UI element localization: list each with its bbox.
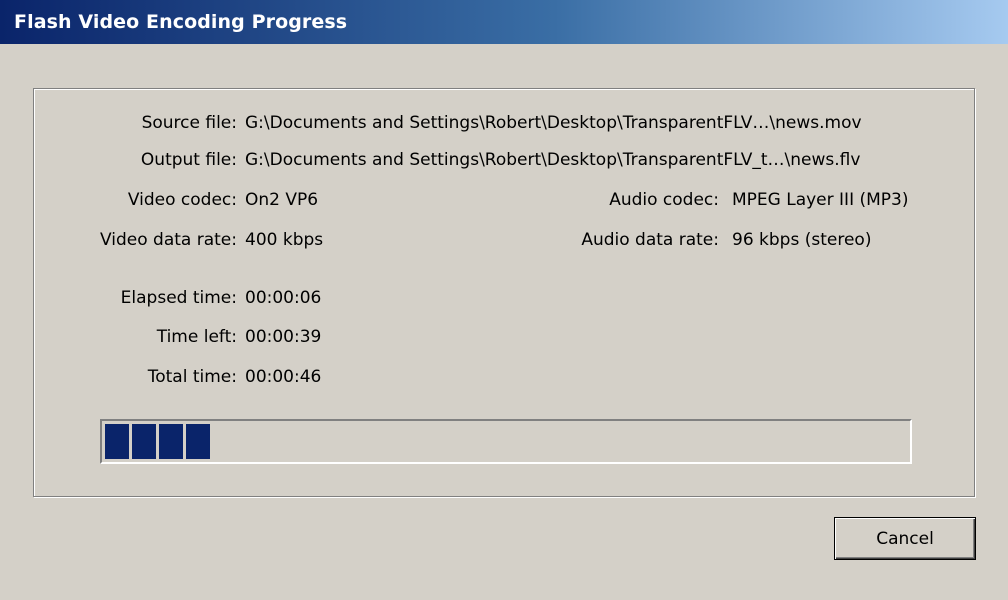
elapsed-time-label: Elapsed time: (120, 288, 237, 308)
progress-block (105, 424, 129, 459)
output-file-row: Output file: G:\Documents and Settings\R… (0, 149, 1008, 171)
audio-codec-value: MPEG Layer III (MP3) (732, 190, 909, 210)
source-file-label: Source file: (141, 113, 237, 133)
total-time-row: Total time: 00:00:46 (0, 366, 1008, 388)
window-title: Flash Video Encoding Progress (14, 11, 348, 33)
encoding-progress-bar (100, 419, 912, 464)
data-rate-row: Video data rate: 400 kbps Audio data rat… (0, 229, 1008, 251)
progress-block (159, 424, 183, 459)
time-left-row: Time left: 00:00:39 (0, 326, 1008, 348)
video-data-rate-value: 400 kbps (245, 230, 324, 250)
audio-data-rate-value: 96 kbps (stereo) (732, 230, 872, 250)
total-time-value: 00:00:46 (245, 367, 322, 387)
output-file-label: Output file: (140, 150, 237, 170)
elapsed-time-value: 00:00:06 (245, 288, 322, 308)
encoding-progress-dialog: Flash Video Encoding Progress Source fil… (0, 0, 1008, 600)
time-left-label: Time left: (156, 327, 237, 347)
progress-block (186, 424, 210, 459)
time-left-value: 00:00:39 (245, 327, 322, 347)
audio-data-rate-label: Audio data rate: (581, 230, 719, 250)
progress-track (105, 424, 907, 459)
audio-codec-label: Audio codec: (609, 190, 719, 210)
cancel-button[interactable]: Cancel (834, 517, 976, 560)
title-bar[interactable]: Flash Video Encoding Progress (0, 0, 1008, 44)
progress-block (132, 424, 156, 459)
output-file-value: G:\Documents and Settings\Robert\Desktop… (245, 150, 861, 170)
total-time-label: Total time: (147, 367, 237, 387)
video-data-rate-label: Video data rate: (100, 230, 237, 250)
video-codec-value: On2 VP6 (245, 190, 319, 210)
source-file-value: G:\Documents and Settings\Robert\Desktop… (245, 113, 862, 133)
video-codec-label: Video codec: (127, 190, 237, 210)
source-file-row: Source file: G:\Documents and Settings\R… (0, 112, 1008, 134)
elapsed-time-row: Elapsed time: 00:00:06 (0, 287, 1008, 309)
codec-row: Video codec: On2 VP6 Audio codec: MPEG L… (0, 189, 1008, 211)
